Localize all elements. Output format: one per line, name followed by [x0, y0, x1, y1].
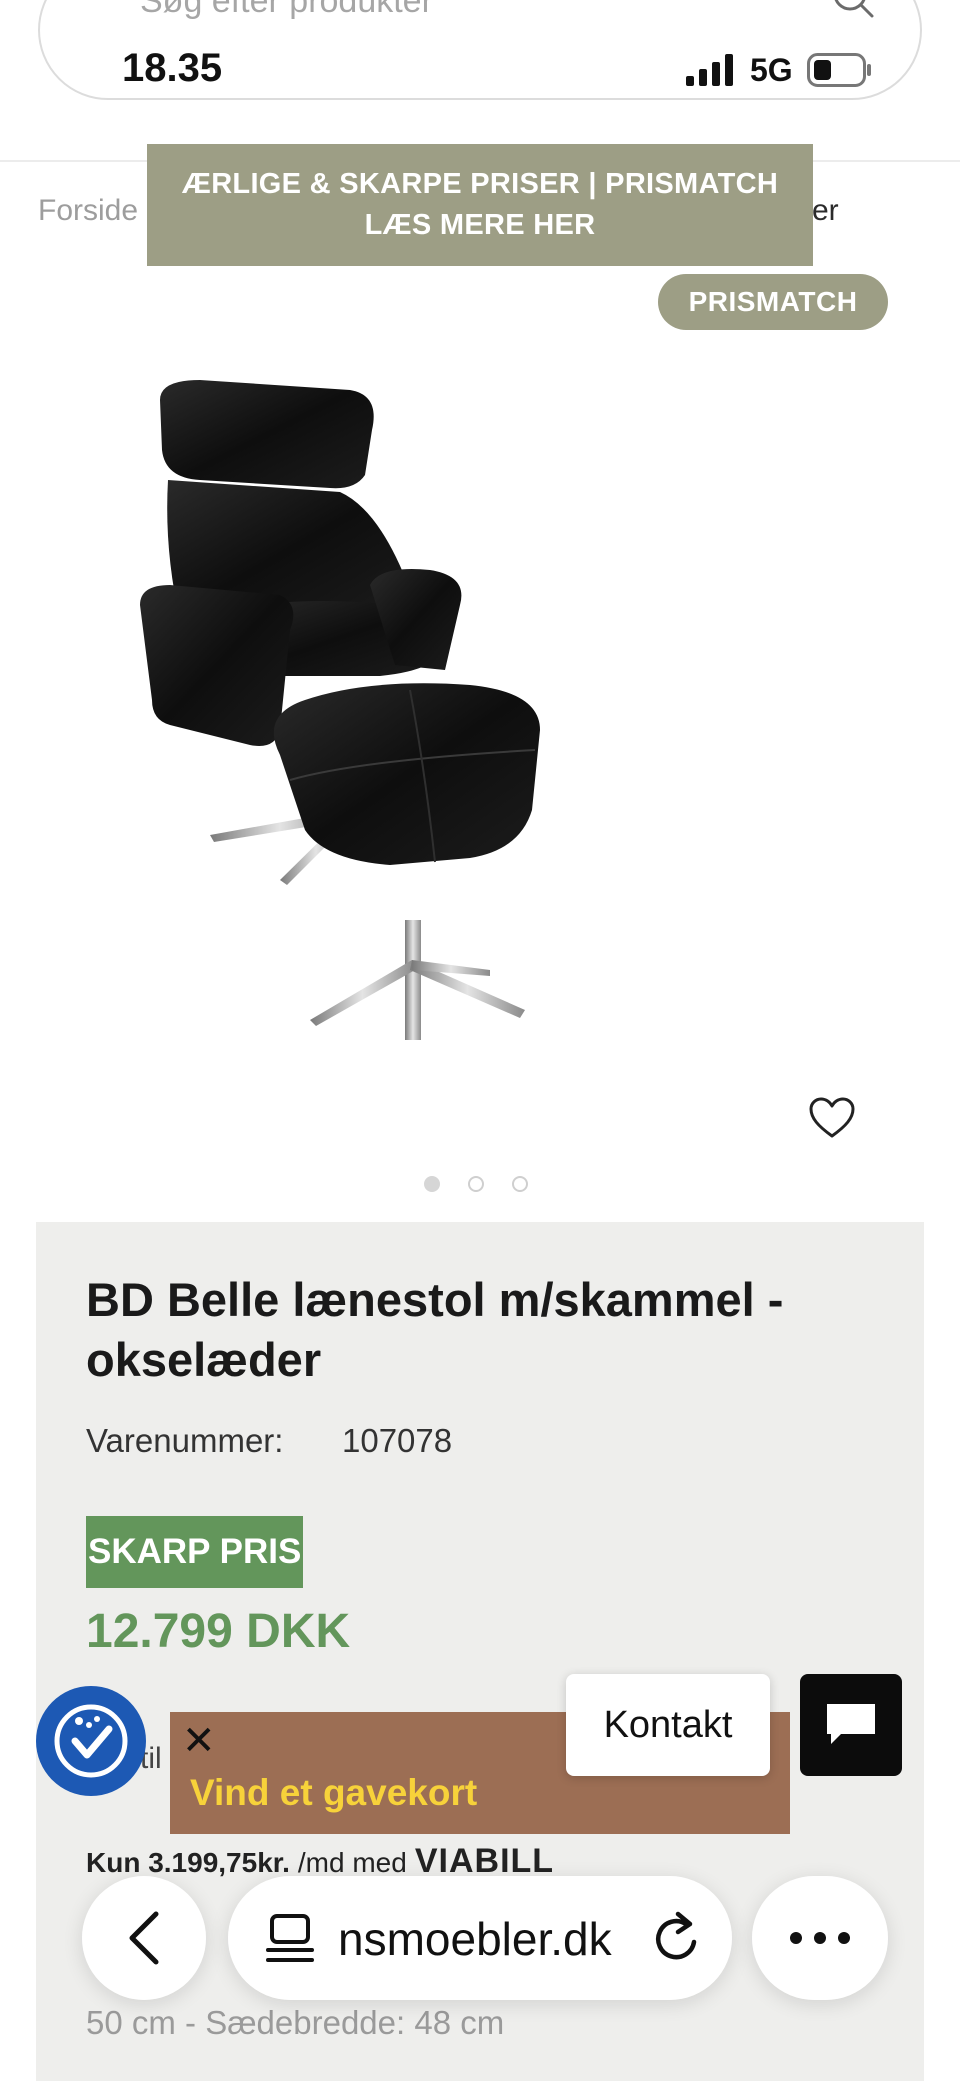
status-indicators: 5G [686, 50, 873, 90]
financing-amount: Kun 3.199,75kr. [86, 1847, 290, 1878]
breadcrumb-home[interactable]: Forside [38, 194, 138, 228]
promo-line-1: ÆRLIGE & SKARPE PRISER | PRISMATCH [181, 168, 779, 200]
more-icon [790, 1932, 850, 1944]
carousel-dot-3[interactable] [512, 1176, 528, 1192]
chat-icon [827, 1704, 875, 1744]
reload-icon[interactable] [650, 1910, 704, 1966]
gift-card-text[interactable]: Vind et gavekort [190, 1772, 477, 1814]
search-input[interactable]: Søg efter produkter [140, 0, 433, 21]
status-time: 18.35 [122, 46, 223, 90]
accessibility-button[interactable] [36, 1686, 146, 1796]
carousel-dot-2[interactable] [468, 1176, 484, 1192]
search-icon[interactable] [832, 0, 876, 20]
prismatch-badge: PRISMATCH [658, 274, 888, 330]
carousel-dot-1[interactable] [424, 1176, 440, 1192]
more-button[interactable] [752, 1876, 888, 2000]
address-bar[interactable]: nsmoebler.dk [228, 1876, 732, 2000]
battery-icon [806, 53, 871, 87]
carousel-dots [424, 1176, 528, 1192]
chat-button[interactable] [800, 1674, 902, 1776]
promo-link[interactable]: LÆS MERE HER [147, 205, 813, 246]
dimensions-text: 50 cm - Sædebredde: 48 cm [86, 2004, 505, 2041]
product-price: 12.799 DKK [86, 1605, 351, 1658]
tabs-icon[interactable] [262, 1910, 318, 1966]
sku-value: 107078 [342, 1422, 453, 1459]
financing-suffix: /md med [297, 1847, 407, 1878]
back-button[interactable] [82, 1876, 206, 2000]
chevron-left-icon [129, 1911, 159, 1965]
product-title: BD Belle lænestol m/skammel - okselæder [86, 1273, 784, 1386]
network-label: 5G [750, 51, 793, 88]
url-text[interactable]: nsmoebler.dk [338, 1912, 612, 1966]
sku-label: Varenummer: [86, 1422, 284, 1459]
signal-icon [686, 54, 733, 86]
accessibility-icon [54, 1704, 128, 1778]
heart-icon[interactable] [808, 1096, 856, 1140]
contact-button[interactable]: Kontakt [566, 1674, 770, 1776]
close-icon[interactable]: ✕ [182, 1718, 216, 1764]
breadcrumb-current: er [812, 194, 839, 227]
price-badge: SKARP PRIS [86, 1516, 304, 1588]
promo-banner[interactable]: ÆRLIGE & SKARPE PRISER | PRISMATCH LÆS M… [147, 144, 813, 266]
product-image[interactable] [140, 380, 740, 1040]
